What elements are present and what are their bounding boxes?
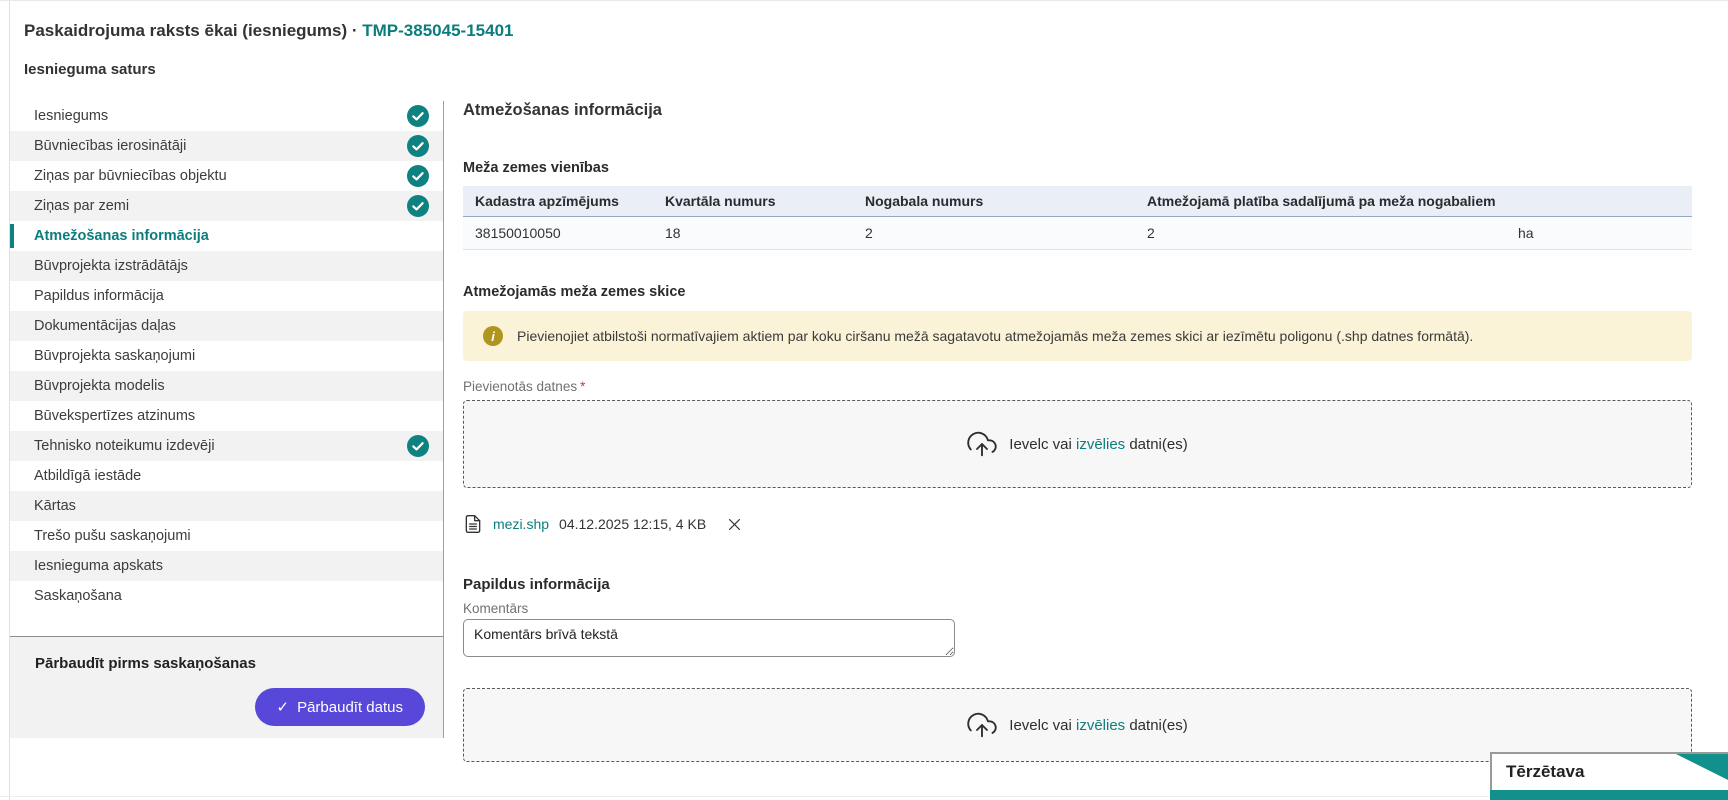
comment-textarea[interactable]: Komentārs brīvā tekstā <box>463 619 955 657</box>
sidebar-item-label: Iesnieguma apskats <box>34 558 163 574</box>
sidebar-item[interactable]: Būvniecības ierosinātāji <box>10 131 443 161</box>
sidebar-item[interactable]: Atbildīgā iestāde <box>10 461 443 491</box>
attached-files-label-text: Pievienotās datnes <box>463 379 578 394</box>
page-title-text: Paskaidrojuma raksts ēkai (iesniegums) <box>24 21 348 40</box>
sidebar-item[interactable]: Tehnisko noteikumu izdevēji <box>10 431 443 461</box>
cell-kadastrs: 38150010050 <box>463 216 653 250</box>
sidebar-item-label: Papildus informācija <box>34 288 164 304</box>
file-document-icon <box>463 514 483 534</box>
sidebar-item[interactable]: Ziņas par būvniecības objektu <box>10 161 443 191</box>
sidebar-item-label: Ziņas par zemi <box>34 198 130 214</box>
check-data-button-label: Pārbaudīt datus <box>297 698 403 716</box>
file-name-link[interactable]: mezi.shp <box>493 516 549 532</box>
sketch-section-title: Atmežojamās meža zemes skice <box>463 284 686 300</box>
cloud-upload-icon <box>967 429 997 459</box>
col-kadastra: Kadastra apzīmējums <box>463 186 653 217</box>
main-content: Atmežošanas informācija Meža zemes vienī… <box>463 101 1692 762</box>
col-platiba: Atmežojamā platība sadalījumā pa meža no… <box>1135 186 1692 217</box>
sidebar-item[interactable]: Būvprojekta modelis <box>10 371 443 401</box>
table-header-row: Kadastra apzīmējums Kvartāla numurs Noga… <box>463 186 1692 217</box>
uploaded-file-row: mezi.shp 04.12.2025 12:15, 4 KB <box>463 514 1692 534</box>
check-icon: ✓ <box>276 699 290 716</box>
required-asterisk: * <box>580 379 586 394</box>
document-number-link[interactable]: TMP-385045-15401 <box>362 21 513 40</box>
cell-kvartals: 18 <box>653 216 853 250</box>
sidebar-item-label: Atbildīgā iestāde <box>34 468 142 484</box>
check-circle-icon <box>407 105 429 127</box>
sidebar-item[interactable]: Kārtas <box>10 491 443 521</box>
page-bottom-edge <box>0 796 1728 797</box>
upload-hint-prefix: Ievelc vai <box>1009 716 1072 734</box>
sidebar-item-label: Iesniegums <box>34 108 109 124</box>
check-circle-icon <box>407 435 429 457</box>
chat-corner-accent <box>1676 754 1728 780</box>
cell-nogabals: 2 <box>853 216 1135 250</box>
choose-files-link[interactable]: izvēlies <box>1076 436 1125 453</box>
file-dropzone-additional[interactable]: Ievelc vai izvēlies datni(es) <box>463 688 1692 762</box>
chat-title: Tērzētava <box>1506 762 1585 781</box>
sidebar-item[interactable]: Ziņas par zemi <box>10 191 443 221</box>
check-data-button[interactable]: ✓ Pārbaudīt datus <box>254 688 425 726</box>
sidebar-item[interactable]: Būvprojekta saskaņojumi <box>10 341 443 371</box>
additional-info-title: Papildus informācija <box>463 576 610 593</box>
sidebar-item-label: Būvniecības ierosinātāji <box>34 138 187 154</box>
sidebar-item-label: Būvprojekta izstrādātājs <box>34 258 188 274</box>
chat-accent-strip <box>1490 790 1728 800</box>
check-circle-icon <box>407 135 429 157</box>
sidebar-list: Iesniegums Būvniecības ierosinātāji Ziņas … <box>10 101 443 611</box>
table-row: 38150010050 18 2 2 ha <box>463 216 1692 250</box>
forest-units-table: Kadastra apzīmējums Kvartāla numurs Noga… <box>463 186 1692 250</box>
sidebar-item-label: Dokumentācijas daļas <box>34 318 176 334</box>
sidebar-item[interactable]: Būvprojekta izstrādātājs <box>10 251 443 281</box>
chat-header[interactable]: Tērzētava <box>1490 752 1728 790</box>
sidebar-title: Iesnieguma saturs <box>24 61 156 78</box>
file-meta: 04.12.2025 12:15, 4 KB <box>559 516 707 532</box>
upload-hint-prefix: Ievelc vai <box>1009 435 1072 453</box>
sidebar-item-label: Būvprojekta modelis <box>34 378 165 394</box>
cell-platiba: 2 <box>1135 216 1506 250</box>
sidebar-item[interactable]: Būvekspertīzes atzinums <box>10 401 443 431</box>
info-icon: i <box>483 326 503 346</box>
title-separator: · <box>347 21 363 40</box>
sidebar-item[interactable]: Papildus informācija <box>10 281 443 311</box>
sidebar-item[interactable]: Iesnieguma apskats <box>10 551 443 581</box>
check-circle-icon <box>407 195 429 217</box>
upload-hint: Ievelc vai izvēlies datni(es) <box>1009 436 1187 453</box>
sidebar-item[interactable]: Iesniegums <box>10 101 443 131</box>
choose-files-link[interactable]: izvēlies <box>1076 717 1125 734</box>
sidebar-item[interactable]: Atmežošanas informācija <box>10 221 443 251</box>
sidebar-item-label: Trešo pušu saskaņojumi <box>34 528 191 544</box>
sidebar-item-label: Kārtas <box>34 498 76 514</box>
col-nogabala: Nogabala numurs <box>853 186 1135 217</box>
cell-unit: ha <box>1506 216 1692 250</box>
sidebar-item-label: Tehnisko noteikumu izdevēji <box>34 438 215 454</box>
upload-hint-suffix: datni(es) <box>1129 716 1188 734</box>
info-banner-text: Pievienojiet atbilstoši normatīvajiem ak… <box>517 328 1474 344</box>
remove-file-icon[interactable] <box>726 516 743 533</box>
check-circle-icon <box>407 165 429 187</box>
pre-approval-check-panel: Pārbaudīt pirms saskaņošanas ✓ Pārbaudīt… <box>10 636 443 738</box>
sidebar-item[interactable]: Saskaņošana <box>10 581 443 611</box>
chat-widget: Tērzētava <box>1490 752 1728 800</box>
page-title: Paskaidrojuma raksts ēkai (iesniegums) ·… <box>24 21 513 41</box>
sidebar-item-label: Atmežošanas informācija <box>34 228 209 244</box>
col-kvartala: Kvartāla numurs <box>653 186 853 217</box>
cloud-upload-icon <box>967 710 997 740</box>
check-panel-title: Pārbaudīt pirms saskaņošanas <box>35 655 256 672</box>
comment-label: Komentārs <box>463 601 529 616</box>
application-sections-sidebar: Iesniegums Būvniecības ierosinātāji Ziņas … <box>10 101 444 738</box>
forest-units-title: Meža zemes vienības <box>463 160 609 176</box>
main-section-title: Atmežošanas informācija <box>463 101 662 119</box>
sidebar-item[interactable]: Dokumentācijas daļas <box>10 311 443 341</box>
file-dropzone-sketch[interactable]: Ievelc vai izvēlies datni(es) <box>463 400 1692 488</box>
sidebar-item-label: Būvprojekta saskaņojumi <box>34 348 196 364</box>
sidebar-item[interactable]: Trešo pušu saskaņojumi <box>10 521 443 551</box>
attached-files-label: Pievienotās datnes * <box>463 379 1692 394</box>
upload-hint-suffix: datni(es) <box>1129 435 1188 453</box>
sidebar-item-label: Būvekspertīzes atzinums <box>34 408 196 424</box>
sidebar-item-label: Saskaņošana <box>34 588 122 604</box>
info-banner: i Pievienojiet atbilstoši normatīvajiem … <box>463 311 1692 361</box>
upload-hint: Ievelc vai izvēlies datni(es) <box>1009 717 1187 734</box>
sidebar-item-label: Ziņas par būvniecības objektu <box>34 168 227 184</box>
